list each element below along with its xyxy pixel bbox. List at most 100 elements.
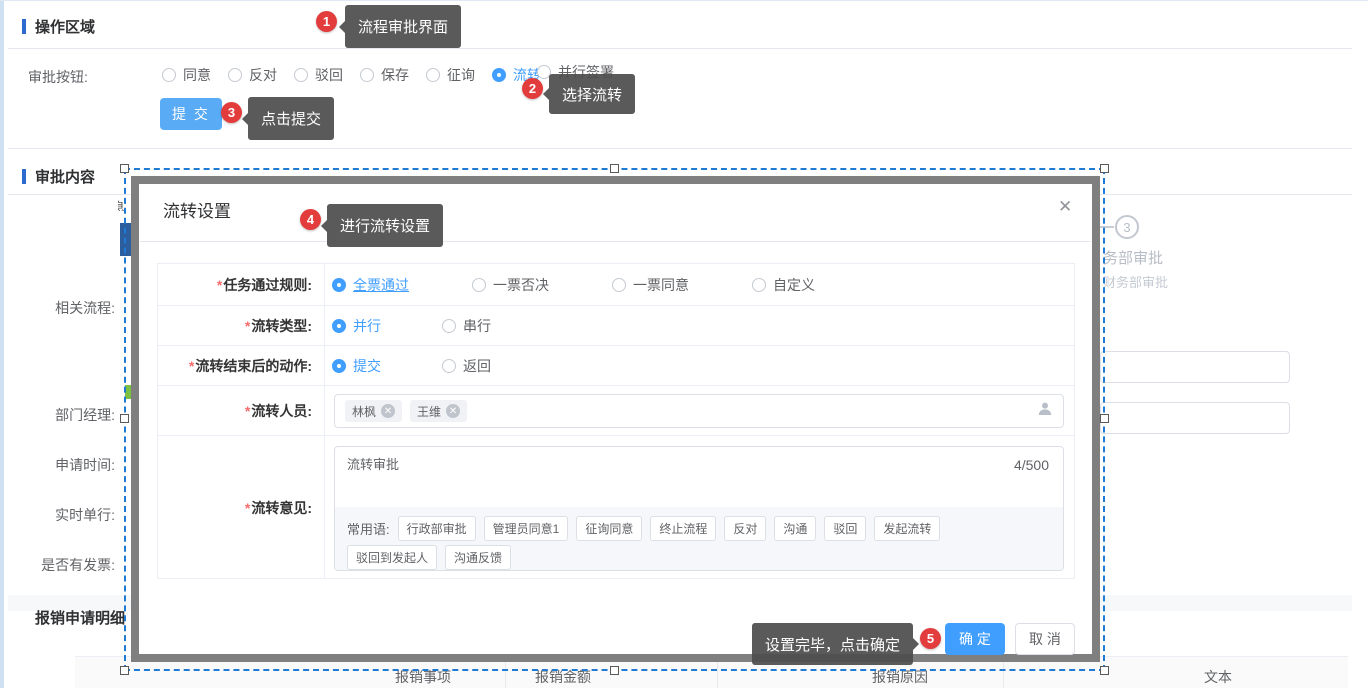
annotation-tooltip-3: 点击提交 <box>248 97 334 140</box>
section-header-operation-area: 操作区域 <box>22 16 95 37</box>
radio-icon <box>162 68 176 82</box>
remove-tag-icon[interactable]: ✕ <box>446 404 460 418</box>
remove-tag-icon[interactable]: ✕ <box>381 404 395 418</box>
bg-label-apply-time: 申请时间: <box>0 455 115 475</box>
resize-handle-e <box>1100 414 1109 423</box>
section-bar <box>22 169 26 184</box>
radio-save[interactable]: 保存 <box>360 65 409 85</box>
phrase-chip[interactable]: 终止流程 <box>650 516 716 541</box>
modal-header-divider <box>140 241 1091 242</box>
section-title-text: 操作区域 <box>35 16 95 37</box>
radio-all-votes-pass[interactable]: 全票通过 <box>332 275 472 295</box>
common-phrases-area: 常用语: 行政部审批 管理员同意1 征询同意 终止流程 反对 沟通 驳回 发起流… <box>335 507 1064 571</box>
person-icon[interactable] <box>1037 401 1053 422</box>
divider <box>8 48 1352 49</box>
phrase-chip[interactable]: 反对 <box>724 516 766 541</box>
step3-circle: 3 <box>1115 215 1139 239</box>
approval-radio-group: 同意 反对 驳回 保存 征询 流转 <box>162 65 541 85</box>
radio-icon <box>426 68 440 82</box>
bg-label-realtime-line: 实时单行: <box>0 505 115 525</box>
bg-label-dept-manager: 部门经理: <box>0 405 115 425</box>
phrase-chip[interactable]: 管理员同意1 <box>484 516 569 541</box>
resize-handle-w <box>120 414 129 423</box>
members-select-input[interactable]: 林枫 ✕ 王维 ✕ <box>334 394 1064 428</box>
step-badge-4: 4 <box>300 209 321 230</box>
resize-handle-se <box>1100 666 1109 675</box>
resize-handle-nw <box>120 164 129 173</box>
phrase-chip[interactable]: 沟通 <box>774 516 816 541</box>
phrase-chip[interactable]: 行政部审批 <box>398 516 476 541</box>
members-label: 流转人员: <box>251 403 312 419</box>
divider <box>8 148 1352 149</box>
confirm-button[interactable]: 确 定 <box>945 623 1005 655</box>
radio-parallel[interactable]: 并行 <box>332 316 442 336</box>
resize-handle-ne <box>1100 164 1109 173</box>
phrase-chip[interactable]: 征询同意 <box>576 516 642 541</box>
flow-settings-modal: 流转设置 ✕ *任务通过规则: 全票通过 一票否决 <box>139 184 1092 654</box>
table-header-expense-reason: 报销原因 <box>840 667 960 687</box>
form-row-end-action: *流转结束后的动作: 提交 返回 <box>158 346 1074 386</box>
phrase-chip[interactable]: 驳回 <box>824 516 866 541</box>
bg-label-related-flow: 相关流程: <box>0 298 115 318</box>
cancel-button[interactable]: 取 消 <box>1015 623 1075 655</box>
resize-handle-n <box>610 164 619 173</box>
member-tag: 林枫 ✕ <box>345 400 402 422</box>
close-icon[interactable]: ✕ <box>1058 197 1072 217</box>
radio-icon-selected <box>332 359 346 373</box>
step-badge-5: 5 <box>920 628 941 649</box>
pass-rule-label: 任务通过规则: <box>223 277 312 293</box>
radio-icon-selected <box>332 319 346 333</box>
radio-return-after[interactable]: 返回 <box>442 356 552 376</box>
opinion-textarea[interactable]: 流转审批 <box>347 454 399 473</box>
radio-serial[interactable]: 串行 <box>442 316 552 336</box>
step3-subtitle: 财务部审批 <box>1103 272 1168 291</box>
phrase-chip[interactable]: 驳回到发起人 <box>347 545 437 570</box>
step-connector-line <box>1100 226 1114 228</box>
radio-icon <box>442 359 456 373</box>
approval-buttons-label: 审批按钮: <box>28 67 88 87</box>
char-counter: 4/500 <box>1014 457 1049 473</box>
radio-submit-after[interactable]: 提交 <box>332 356 442 376</box>
radio-agree[interactable]: 同意 <box>162 65 211 85</box>
radio-icon-selected <box>332 278 346 292</box>
opinion-box: 流转审批 4/500 常用语: 行政部审批 管理员同意1 征询同意 终止流程 反… <box>334 446 1064 571</box>
phrase-chip[interactable]: 沟通反馈 <box>445 545 511 570</box>
phrase-chip[interactable]: 发起流转 <box>874 516 940 541</box>
approval-page: 操作区域 审批按钮: 同意 反对 驳回 保存 征询 流转 并行签署 提 交 <box>0 0 1368 688</box>
radio-custom[interactable]: 自定义 <box>752 275 892 295</box>
radio-icon <box>442 319 456 333</box>
radio-icon-selected <box>492 68 506 82</box>
step-badge-2: 2 <box>522 78 543 99</box>
radio-icon <box>294 68 308 82</box>
step3-title: 务部审批 <box>1103 247 1163 268</box>
member-tag: 王维 ✕ <box>410 400 467 422</box>
form-row-pass-rule: *任务通过规则: 全票通过 一票否决 一票同意 自定义 <box>158 264 1074 305</box>
radio-icon <box>360 68 374 82</box>
section-header-approval-content: 审批内容 <box>22 166 95 187</box>
radio-consult[interactable]: 征询 <box>426 65 475 85</box>
section-title-text: 审批内容 <box>35 166 95 187</box>
table-header-text: 文本 <box>1158 667 1278 687</box>
table-header-expense-amount: 报销金额 <box>503 667 623 687</box>
radio-one-vote-agree[interactable]: 一票同意 <box>612 275 752 295</box>
bg-label-has-invoice: 是否有发票: <box>0 555 115 575</box>
radio-oppose[interactable]: 反对 <box>228 65 277 85</box>
table-header-expense-item: 报销事项 <box>363 667 483 687</box>
annotation-tooltip-5: 设置完毕，点击确定 <box>752 623 913 665</box>
radio-icon <box>752 278 766 292</box>
resize-handle-sw <box>120 666 129 675</box>
step-badge-3: 3 <box>221 102 242 123</box>
radio-one-vote-veto[interactable]: 一票否决 <box>472 275 612 295</box>
modal-title: 流转设置 <box>163 197 231 222</box>
annotation-tooltip-4: 进行流转设置 <box>327 204 443 247</box>
bg-input-field-1[interactable] <box>1100 351 1290 383</box>
resize-handle-s <box>610 666 619 675</box>
modal-form: *任务通过规则: 全票通过 一票否决 一票同意 自定义 <box>157 263 1075 579</box>
radio-reject[interactable]: 驳回 <box>294 65 343 85</box>
detail-section-title: 报销申请明细 <box>35 607 125 628</box>
radio-icon <box>472 278 486 292</box>
end-action-label: 流转结束后的动作: <box>195 358 312 374</box>
submit-button[interactable]: 提 交 <box>160 98 222 130</box>
opinion-label: 流转意见: <box>251 500 312 516</box>
bg-input-field-2[interactable] <box>1100 402 1290 434</box>
